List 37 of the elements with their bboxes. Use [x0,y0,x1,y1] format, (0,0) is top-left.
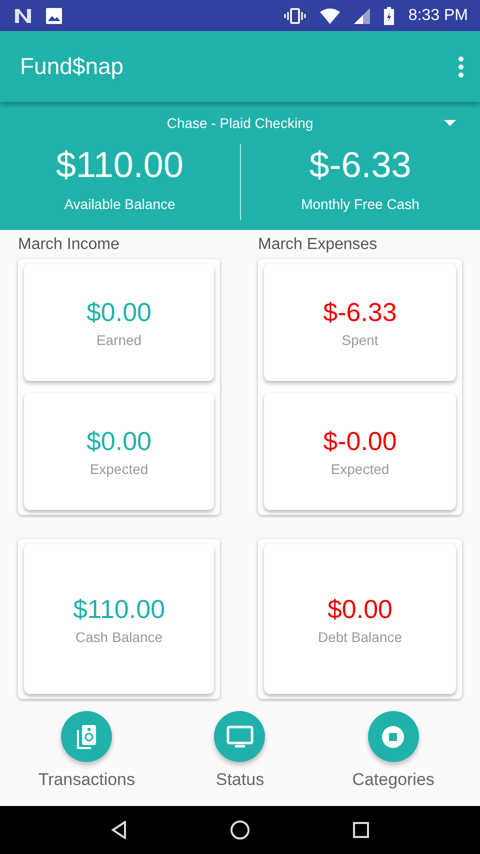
monitor-icon [226,724,254,748]
amount-label: Expected [330,461,390,477]
image-icon [46,8,62,24]
vibrate-icon [284,8,306,24]
dropdown-icon [444,120,456,126]
wifi-icon [320,8,340,24]
stat-label: Monthly Free Cash [301,196,420,212]
amount: $-6.33 [323,297,397,328]
amount-label: Cash Balance [75,628,163,644]
stat-label: Available Balance [64,196,176,212]
more-menu-icon[interactable] [458,56,464,78]
nav-button[interactable]: Transactions [16,705,157,806]
home-icon[interactable] [230,820,250,840]
stat-value: $-6.33 [309,144,412,186]
amount-label: Spent [342,332,378,348]
clock: 8:33 PM [408,6,468,24]
document-icon [74,724,99,750]
stop-icon [381,724,406,748]
amount-label: Earned [96,332,142,348]
stat-value: $110.00 [56,144,184,186]
amount: $110.00 [72,594,166,624]
back-icon[interactable] [111,821,128,839]
group-title: March Income [18,236,120,254]
battery-icon [384,6,394,24]
amount-label: Debt Balance [318,628,402,644]
amount: $0.00 [86,426,152,457]
group-title: March Expenses [258,236,378,254]
app-title: Fund$nap [20,53,124,80]
amount: $0.00 [327,594,393,624]
amount-label: Expected [90,461,148,477]
amount: $0.00 [86,297,152,328]
nav-button[interactable]: Categories [323,705,464,806]
recents-icon[interactable] [352,822,369,838]
notification-icon [14,8,32,24]
amount: $-0.00 [323,426,397,457]
nav-button[interactable]: Status [170,705,310,806]
signal-icon [354,8,370,24]
